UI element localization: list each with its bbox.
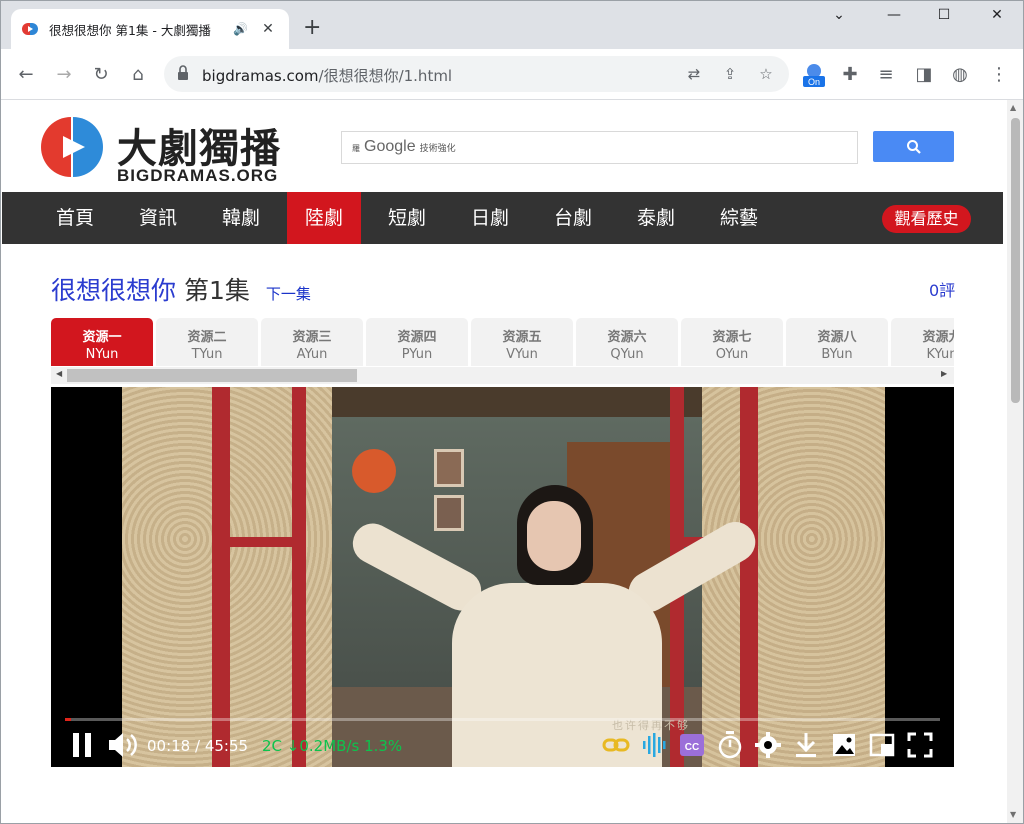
subtitles-cc-icon[interactable]: CC <box>678 728 706 762</box>
download-icon[interactable] <box>792 728 820 762</box>
search-branding: 羅 Google 技術強化 <box>352 138 456 155</box>
extensions-puzzle-icon[interactable]: ✚ <box>837 62 863 88</box>
tab-search-icon[interactable]: ⌄ <box>816 7 862 23</box>
back-arrow-icon[interactable]: ← <box>13 62 39 88</box>
scroll-left-arrow-icon[interactable]: ◀ <box>56 369 62 378</box>
minimize-button[interactable]: — <box>871 7 917 23</box>
close-window-button[interactable]: ✕ <box>974 7 1020 23</box>
lock-icon <box>178 65 188 80</box>
source-tab[interactable]: 资源三 AYun <box>261 318 363 366</box>
logo-text-en: BIGDRAMAS.ORG <box>117 166 279 185</box>
search-button[interactable] <box>873 131 954 162</box>
forward-arrow-icon[interactable]: → <box>51 62 77 88</box>
episode-number: 第1集 <box>183 276 250 305</box>
source-tabs: 资源一 NYun 资源二 TYun 资源三 AYun 资源四 PYun 资源五 VYun … <box>51 318 954 366</box>
svg-text:CC: CC <box>685 742 699 753</box>
tab-strip: 很想很想你 第1集 - 大劇獨播 🔊 ✕ + ⌄ — ☐ ✕ <box>1 1 1023 49</box>
main-nav: 首頁 資訊 韓劇 陸劇 短劇 日劇 台劇 泰劇 綜藝 觀看歷史 <box>2 192 1003 244</box>
audio-wave-icon[interactable] <box>640 728 668 762</box>
source-tab[interactable]: 资源八 BYun <box>786 318 888 366</box>
playback-time: 00:18 / 45:55 <box>147 737 249 755</box>
extension-on-icon[interactable]: On <box>801 62 827 88</box>
share-icon[interactable]: ⇪ <box>720 64 740 84</box>
scroll-down-arrow-icon[interactable]: ▼ <box>1010 810 1016 819</box>
video-player[interactable]: 也许得再不够 00:18 / 45:55 2C ↓0.2MB/s 1.3% CC <box>51 387 954 767</box>
watch-history-button[interactable]: 觀看歷史 <box>882 205 971 233</box>
nav-item-mainland[interactable]: 陸劇 <box>287 192 361 244</box>
source-tab[interactable]: 资源四 PYun <box>366 318 468 366</box>
tab-title: 很想很想你 第1集 - 大劇獨播 <box>49 22 211 38</box>
scroll-right-arrow-icon[interactable]: ▶ <box>941 369 947 378</box>
scrollbar-thumb[interactable] <box>67 369 357 382</box>
logo-mark-icon <box>41 117 103 177</box>
site-logo[interactable]: 大劇獨播 BIGDRAMAS.ORG <box>35 112 285 185</box>
audio-playing-icon[interactable]: 🔊 <box>233 22 248 36</box>
source-tab[interactable]: 资源六 QYun <box>576 318 678 366</box>
show-title[interactable]: 很想很想你 <box>51 276 176 305</box>
url-text: bigdramas.com/很想很想你/1.html <box>202 67 453 85</box>
page-content: 大劇獨播 BIGDRAMAS.ORG 羅 Google 技術強化 首頁 資訊 韓劇 … <box>1 100 1007 823</box>
video-frame: 也许得再不够 <box>122 387 885 767</box>
nav-item-taiwanese[interactable]: 台劇 <box>536 192 610 244</box>
browser-window: 很想很想你 第1集 - 大劇獨播 🔊 ✕ + ⌄ — ☐ ✕ ← → ↻ ⌂ b… <box>0 0 1024 824</box>
fullscreen-icon[interactable] <box>906 728 934 762</box>
screenshot-image-icon[interactable] <box>830 728 858 762</box>
nav-item-japanese[interactable]: 日劇 <box>453 192 527 244</box>
page-scrollbar-thumb[interactable] <box>1011 118 1020 403</box>
source-tab[interactable]: 资源五 VYun <box>471 318 573 366</box>
side-panel-icon[interactable]: ◨ <box>911 62 937 88</box>
nav-item-short[interactable]: 短劇 <box>370 192 444 244</box>
picture-in-picture-icon[interactable] <box>868 728 896 762</box>
svg-text:On: On <box>808 77 820 87</box>
pause-icon[interactable] <box>69 728 97 762</box>
translate-icon[interactable]: ⇄ <box>684 64 704 84</box>
source-tabs-scrollbar[interactable]: ◀ ▶ <box>51 367 954 384</box>
close-tab-icon[interactable]: ✕ <box>260 21 276 37</box>
menu-kebab-icon[interactable]: ⋮ <box>986 62 1012 88</box>
next-episode-link[interactable]: 下一集 <box>266 285 311 303</box>
volume-icon[interactable] <box>106 728 138 762</box>
reload-icon[interactable]: ↻ <box>88 62 114 88</box>
home-icon[interactable]: ⌂ <box>125 62 151 88</box>
new-tab-button[interactable]: + <box>303 17 321 39</box>
nav-item-korean[interactable]: 韓劇 <box>204 192 278 244</box>
page-title: 很想很想你 第1集 下一集 <box>51 271 311 307</box>
nav-item-home[interactable]: 首頁 <box>38 192 112 244</box>
site-search-input[interactable]: 羅 Google 技術強化 <box>341 131 858 164</box>
search-icon <box>907 140 921 154</box>
address-bar[interactable]: bigdramas.com/很想很想你/1.html ⇄ ⇪ ☆ <box>164 56 789 92</box>
bookmark-star-icon[interactable]: ☆ <box>756 64 776 84</box>
wall-clock <box>352 449 396 493</box>
media-control-icon[interactable]: ≡ <box>873 62 899 88</box>
video-progress-bar[interactable] <box>65 718 940 721</box>
source-tab[interactable]: 资源一 NYun <box>51 318 153 366</box>
progress-fill <box>65 718 72 721</box>
comments-count-link[interactable]: 0評 <box>929 277 955 301</box>
nav-item-thai[interactable]: 泰劇 <box>619 192 693 244</box>
link-icon[interactable] <box>602 728 630 762</box>
maximize-button[interactable]: ☐ <box>921 7 967 23</box>
browser-tab[interactable]: 很想很想你 第1集 - 大劇獨播 🔊 ✕ <box>11 9 289 49</box>
site-favicon-icon <box>21 20 39 38</box>
nav-item-variety[interactable]: 綜藝 <box>702 192 776 244</box>
source-tab[interactable]: 资源七 OYun <box>681 318 783 366</box>
p2p-stats: 2C ↓0.2MB/s 1.3% <box>262 737 403 755</box>
browser-toolbar: ← → ↻ ⌂ bigdramas.com/很想很想你/1.html ⇄ ⇪ ☆… <box>1 49 1023 100</box>
source-tab[interactable]: 资源二 TYun <box>156 318 258 366</box>
profile-avatar-icon[interactable]: ◍ <box>947 62 973 88</box>
timer-icon[interactable] <box>716 728 744 762</box>
page-scrollbar[interactable]: ▲ ▼ <box>1007 100 1023 823</box>
source-tab[interactable]: 资源九KYun <box>891 318 954 366</box>
scroll-up-arrow-icon[interactable]: ▲ <box>1010 103 1016 112</box>
settings-gear-icon[interactable] <box>754 728 782 762</box>
nav-item-news[interactable]: 資訊 <box>121 192 195 244</box>
